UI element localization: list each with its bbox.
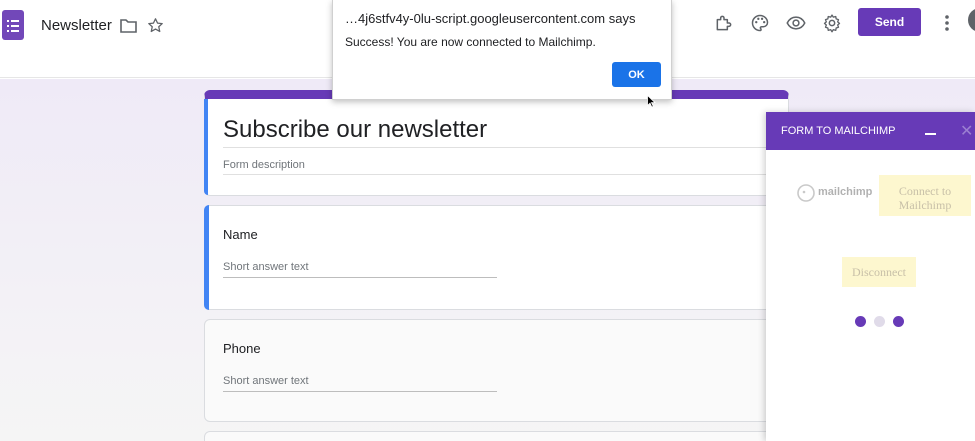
question-card[interactable]: Name Short answer text [204,205,789,310]
eye-icon[interactable] [786,13,806,33]
mailchimp-logo: mailchimp [796,182,876,204]
forms-doc-icon[interactable] [2,10,24,40]
app-window: Newsletter Send Subscribe our newsletter… [0,0,975,441]
gear-icon[interactable] [822,13,842,33]
form-title[interactable]: Subscribe our newsletter [223,116,487,144]
short-answer-field: Short answer text [223,261,309,273]
mailchimp-wordmark: mailchimp [818,186,873,198]
close-icon[interactable]: ✕ [960,121,973,141]
connect-mailchimp-button[interactable]: Connect to Mailchimp [879,175,971,216]
form-title-card[interactable]: Subscribe our newsletter Form descriptio… [204,90,789,196]
question-card[interactable] [204,431,789,441]
folder-icon[interactable] [120,19,137,33]
document-title[interactable]: Newsletter [41,17,112,34]
loading-indicator [855,316,915,328]
mailchimp-icon [797,184,815,202]
divider [223,391,497,392]
avatar[interactable] [968,8,975,32]
minimize-icon[interactable] [925,133,936,135]
alert-origin: …4j6stfv4y-0lu-script.googleusercontent.… [345,11,636,26]
mouse-cursor-icon [647,95,656,108]
divider [223,174,771,175]
alert-dialog: …4j6stfv4y-0lu-script.googleusercontent.… [332,0,672,100]
short-answer-field: Short answer text [223,375,309,387]
divider [223,147,771,148]
puzzle-icon[interactable] [714,13,734,33]
form-description-field[interactable]: Form description [223,159,305,171]
question-label[interactable]: Phone [223,341,261,356]
question-label[interactable]: Name [223,227,258,242]
more-vert-icon[interactable] [943,13,951,33]
ok-button[interactable]: OK [612,62,661,87]
alert-message: Success! You are now connected to Mailch… [345,35,596,49]
star-icon[interactable] [147,17,164,34]
divider [223,277,497,278]
addon-side-panel: FORM TO MAILCHIMP ✕ mailchimp Connect to… [766,112,975,441]
panel-title: FORM TO MAILCHIMP [781,125,896,137]
panel-header: FORM TO MAILCHIMP ✕ [766,112,975,150]
disconnect-button[interactable]: Disconnect [842,257,916,287]
palette-icon[interactable] [750,13,770,33]
loader-dot [855,316,866,327]
send-button[interactable]: Send [858,8,921,36]
loader-dot [874,316,885,327]
question-card[interactable]: Phone Short answer text [204,319,789,422]
loader-dot [893,316,904,327]
